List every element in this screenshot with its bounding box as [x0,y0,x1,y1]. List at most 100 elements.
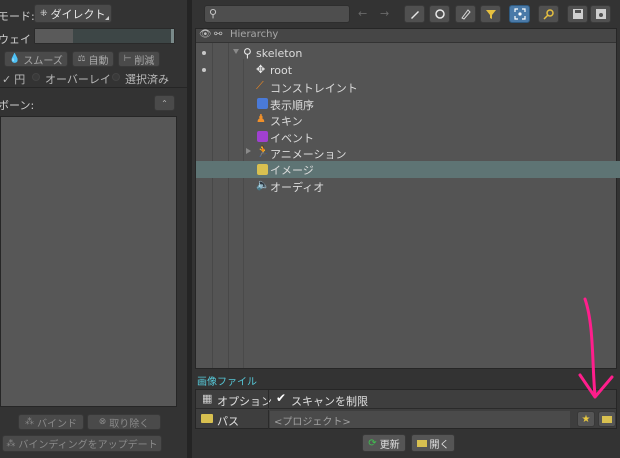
browse-path-button[interactable] [598,411,616,427]
bind-button[interactable]: ⁂ バインド [18,414,84,430]
tree-item-label: オーディオ [270,181,325,194]
refresh-icon: ⟳ [368,437,377,449]
tree-item-label: スキン [270,115,303,128]
visibility-dot-icon[interactable] [202,68,206,72]
divider [0,87,187,88]
scan-limit-label: スキャンを制限 [291,395,368,408]
direct-mode-icon: ⁜ [40,8,48,19]
save-view-button[interactable] [567,5,588,23]
folder-icon [416,439,427,447]
bones-list[interactable] [0,116,177,407]
audio-icon: 🔈 [256,178,270,191]
circle-icon [434,9,445,19]
mode-dropdown[interactable]: ⁜ ダイレクト [34,4,112,23]
circle-checkbox[interactable]: ✓ 円 [2,71,25,87]
reduce-button[interactable]: ⊢ 削減 [118,51,160,67]
animation-icon: 🏃 [256,145,270,158]
tree-row-skins[interactable]: ♟ スキン [196,112,620,128]
event-icon [257,131,268,142]
focus-button[interactable] [509,5,530,23]
visibility-dot-icon[interactable] [202,51,206,55]
properties-table: ▦ オプション ✔ スキャンを制限 パス <プロジェクト> ★ [195,389,617,429]
tree-row-constraints[interactable]: ⟋ コンストレイント [196,79,620,95]
tree-row-images[interactable]: イメージ [196,161,620,178]
bone-icon: ✥ [256,63,266,76]
folder-icon [201,414,213,423]
overlay-checkbox[interactable] [32,73,40,81]
column-divider [268,410,269,429]
link-icon[interactable]: ⚯ [214,29,222,40]
hierarchy-header: 👁 ⚯ Hierarchy [196,29,616,43]
bind-label: バインド [37,418,77,430]
find-button[interactable] [538,5,559,23]
collapse-arrow-icon[interactable] [233,49,239,54]
update-binding-button[interactable]: ⁂ バインディングをアップデート [2,435,162,452]
eye-icon[interactable]: 👁 [199,29,212,40]
tree-row-animations[interactable]: 🏃 アニメーション [196,145,620,161]
mode-label: モード: [0,10,35,23]
weight-slider[interactable] [34,28,175,44]
tree-row-skeleton[interactable]: ⚲ skeleton [196,46,620,62]
tree-row-audio[interactable]: 🔈 オーディオ [196,178,620,194]
update-button[interactable]: ⟳ 更新 [362,434,406,452]
arrow-right-icon[interactable]: → [380,7,389,20]
bind-icon: ⁂ [25,417,34,427]
auto-label: 自動 [88,55,109,67]
dropdown-corner-icon [105,16,109,20]
chevron-up-icon: ⌃ [161,98,168,108]
restore-icon [595,9,606,19]
tree-item-label: アニメーション [270,148,347,161]
bind-icon: ⁂ [6,438,16,449]
brush-filter-button[interactable] [404,5,425,23]
tree-item-label: イベント [270,132,314,145]
draw-order-icon [257,98,268,109]
scan-limit-checkbox[interactable]: ✔ [276,391,286,405]
auto-button[interactable]: ⚖ 自動 [72,51,114,67]
section-title: 画像ファイル [197,377,257,388]
open-button[interactable]: 開く [411,434,455,452]
skin-icon: ♟ [256,112,266,125]
open-label: 開く [429,439,450,451]
circle-label: 円 [14,73,26,86]
tree-row-root[interactable]: ✥ root [196,63,620,79]
remove-label: 取り除く [109,418,150,430]
filter-button[interactable] [480,5,501,23]
path-label: パス [217,415,239,428]
update-binding-label: バインディングをアップデート [18,440,158,451]
restore-view-button[interactable] [590,5,611,23]
tree-row-events[interactable]: イベント [196,129,620,145]
collapse-bones-button[interactable]: ⌃ [154,95,175,111]
constraint-icon: ⟋ [256,79,264,92]
favorite-path-button[interactable]: ★ [577,411,595,427]
reduce-label: 削減 [134,55,155,67]
arrow-left-icon[interactable]: ← [358,7,367,20]
pen-filter-button[interactable] [455,5,476,23]
smooth-button[interactable]: 💧 スムーズ [4,51,68,67]
circle-filter-button[interactable] [429,5,450,23]
left-panel: モード: ⁜ ダイレクト ウェイト: 💧 スムーズ ⚖ 自動 ⊢ 削減 ✓ 円 オ… [0,0,187,458]
overlay-label: オーバーレイ [45,73,111,86]
selected-checkbox[interactable] [112,73,120,81]
search-icon: ⚲ [209,7,218,20]
remove-button[interactable]: ⊗ 取り除く [87,414,161,430]
weight-slider-handle[interactable] [171,29,174,43]
tree-row-draw-order[interactable]: 表示順序 [196,96,620,112]
search-input[interactable]: ⚲ [204,5,350,23]
funnel-icon [485,10,496,19]
remove-icon: ⊗ [98,417,107,427]
skeleton-icon: ⚲ [243,46,252,60]
smooth-label: スムーズ [23,55,63,67]
mode-value: ダイレクト [50,7,106,21]
table-grid-icon: ▦ [202,392,213,405]
auto-weight-icon: ⚖ [77,54,86,64]
tree-item-label: root [270,64,293,77]
path-input[interactable]: <プロジェクト> [270,411,570,428]
expand-arrow-icon[interactable] [246,148,251,154]
reduce-icon: ⊢ [123,54,132,64]
pen-icon [460,9,471,20]
star-icon: ★ [581,413,591,425]
column-divider [268,390,269,409]
save-icon [572,9,583,19]
tree-item-label: コンストレイント [270,82,358,95]
key-search-icon [542,9,554,20]
